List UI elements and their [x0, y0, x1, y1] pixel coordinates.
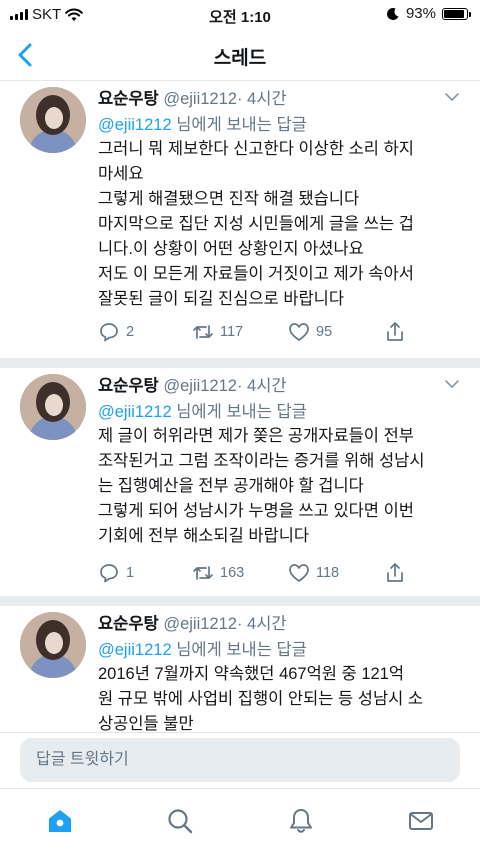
author-handle[interactable]: @ejii1212 — [163, 90, 237, 108]
reply-handle-link[interactable]: @ejii1212 — [98, 403, 172, 421]
heart-icon — [289, 564, 309, 582]
home-icon — [49, 810, 71, 832]
chevron-down-icon[interactable] — [444, 89, 460, 105]
author-name[interactable]: 요순우탕 — [98, 377, 159, 395]
like-button[interactable]: 95 — [288, 321, 332, 343]
reply-to: @ejii1212 님에게 보내는 답글 — [98, 636, 307, 660]
search-icon — [168, 809, 193, 834]
avatar[interactable] — [20, 612, 86, 678]
tweet-text: 그러니 뭐 제보한다 신고한다 이상한 소리 하지 마세요 그렇게 해결됐으면 … — [98, 140, 414, 308]
tweet[interactable]: 요순우탕 @ejii1212· 4시간 @ejii1212 님에게 보내는 답글… — [0, 368, 480, 596]
author-handle[interactable]: @ejii1212 — [163, 377, 237, 395]
tweet-time: · 4시간 — [236, 615, 287, 633]
tweet-header: 요순우탕 @ejii1212· 4시간 — [98, 85, 287, 109]
battery-icon — [442, 7, 471, 20]
reply-count: 1 — [126, 565, 135, 581]
reply-to-suffix: 님에게 보내는 답글 — [171, 641, 307, 659]
share-button[interactable] — [384, 562, 406, 584]
avatar[interactable] — [20, 87, 86, 153]
tweet-time: · 4시간 — [236, 377, 287, 395]
retweet-icon — [193, 566, 213, 580]
tab-home[interactable] — [42, 803, 78, 839]
author-handle[interactable]: @ejii1212 — [163, 615, 237, 633]
tweet[interactable]: 요순우탕 @ejii1212· 4시간 @ejii1212 님에게 보내는 답글… — [0, 81, 480, 358]
like-count: 95 — [316, 324, 333, 340]
tweet-separator — [0, 358, 480, 368]
reply-handle-link[interactable]: @ejii1212 — [98, 116, 172, 134]
mail-icon — [409, 812, 433, 830]
tab-search[interactable] — [162, 803, 198, 839]
reply-count: 2 — [126, 324, 135, 340]
tweet-actions: 2 117 95 — [98, 321, 438, 349]
retweet-count: 163 — [220, 565, 245, 581]
status-bar: SKT 오전 1:10 93% — [0, 0, 480, 30]
author-name[interactable]: 요순우탕 — [98, 615, 159, 633]
avatar[interactable] — [20, 374, 86, 440]
reply-bar — [0, 732, 480, 788]
battery-level — [444, 9, 465, 18]
chevron-down-icon[interactable] — [444, 376, 460, 392]
moon-icon — [387, 7, 399, 20]
tweet-time: · 4시간 — [236, 90, 287, 108]
battery-percent: 93% — [405, 5, 436, 22]
retweet-icon — [193, 325, 213, 339]
reply-to: @ejii1212 님에게 보내는 답글 — [98, 398, 307, 422]
reply-icon — [100, 564, 118, 583]
tab-notifications[interactable] — [283, 803, 319, 839]
reply-button[interactable]: 2 — [98, 321, 134, 343]
tweet[interactable]: 요순우탕 @ejii1212· 4시간 @ejii1212 님에게 보내는 답글… — [0, 606, 480, 732]
retweet-button[interactable]: 117 — [192, 321, 243, 343]
tweet-text: 2016년 7월까지 약속했던 467억원 중 121억 원 규모 밖에 사업비… — [98, 665, 424, 732]
reply-to: @ejii1212 님에게 보내는 답글 — [98, 111, 307, 135]
tweet-header: 요순우탕 @ejii1212· 4시간 — [98, 610, 287, 634]
tweet-text: 제 글이 허위라면 제가 쫒은 공개자료들이 전부 조작된거고 그럼 조작이라는… — [98, 427, 425, 545]
tab-messages[interactable] — [403, 803, 439, 839]
tweet-header: 요순우탕 @ejii1212· 4시간 — [98, 372, 287, 396]
tab-bar — [0, 788, 480, 855]
reply-button[interactable]: 1 — [98, 562, 134, 584]
share-button[interactable] — [384, 321, 406, 343]
tweet-separator — [0, 596, 480, 606]
reply-to-suffix: 님에게 보내는 답글 — [171, 116, 307, 134]
author-name[interactable]: 요순우탕 — [98, 90, 159, 108]
bell-icon — [290, 809, 312, 833]
tweet-actions: 1 163 118 — [98, 562, 438, 590]
reply-icon — [100, 323, 118, 342]
nav-bar: 스레드 — [0, 30, 480, 81]
like-count: 118 — [316, 565, 340, 581]
retweet-button[interactable]: 163 — [192, 562, 244, 584]
share-icon — [387, 563, 403, 582]
page-title: 스레드 — [213, 48, 267, 69]
status-right: 93% — [386, 5, 471, 22]
heart-icon — [289, 323, 309, 341]
like-button[interactable]: 118 — [288, 562, 339, 584]
share-icon — [387, 322, 403, 341]
reply-input[interactable] — [20, 738, 460, 782]
retweet-count: 117 — [220, 324, 244, 340]
reply-handle-link[interactable]: @ejii1212 — [98, 641, 172, 659]
reply-to-suffix: 님에게 보내는 답글 — [171, 403, 307, 421]
